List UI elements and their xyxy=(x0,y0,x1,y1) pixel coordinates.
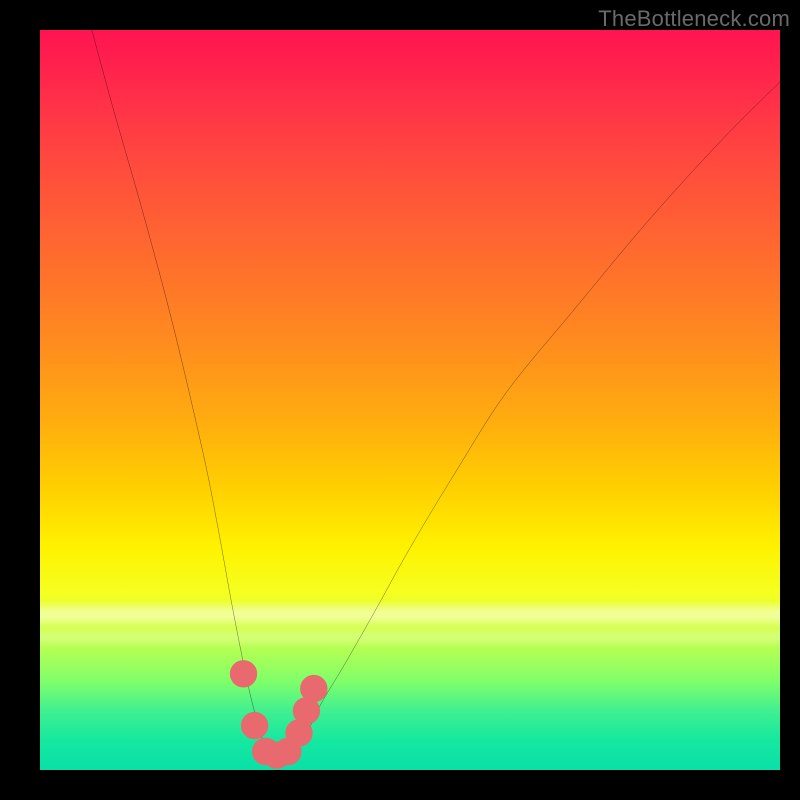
chart-frame: TheBottleneck.com xyxy=(0,0,800,800)
plot-area xyxy=(40,30,780,770)
marker-dot xyxy=(304,679,324,699)
valley-markers xyxy=(40,30,780,770)
watermark-text: TheBottleneck.com xyxy=(598,6,790,32)
marker-dot xyxy=(289,723,309,743)
marker-dot xyxy=(245,716,265,736)
marker-dot xyxy=(296,701,316,721)
marker-dot xyxy=(234,664,254,684)
